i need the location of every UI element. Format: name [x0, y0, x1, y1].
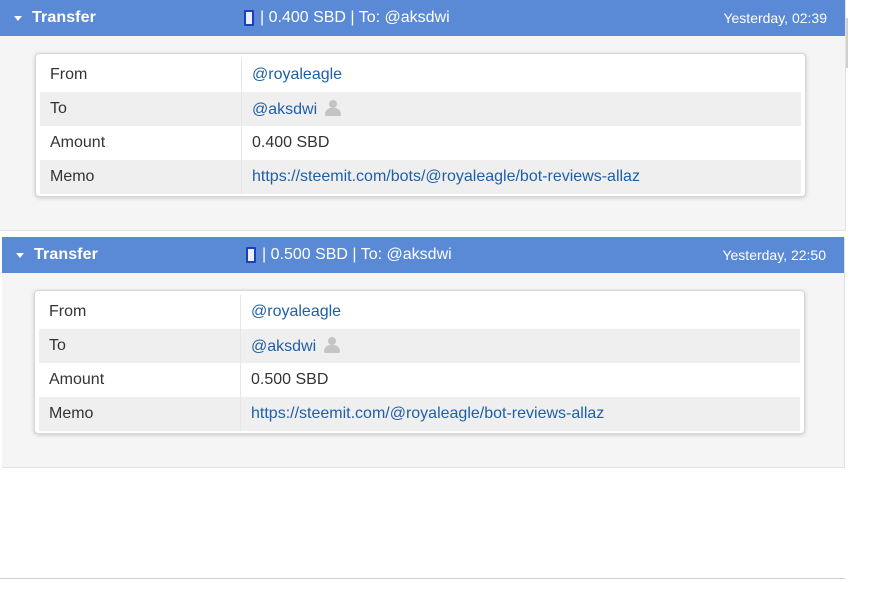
- transfer-title: Transfer: [32, 9, 96, 26]
- to-value-cell: @aksdwi: [241, 92, 801, 126]
- phone-icon: [246, 247, 256, 263]
- transfer-details-table: From @royaleagle To @aksdwi Amount 0.500…: [39, 295, 800, 431]
- phone-icon: [244, 10, 254, 26]
- amount-value: 0.400 SBD: [241, 126, 801, 160]
- to-user-link[interactable]: @aksdwi: [251, 338, 316, 355]
- memo-label: Memo: [40, 160, 242, 194]
- transfer-summary-text: | 0.500 SBD | To: @aksdwi: [262, 246, 452, 263]
- to-value-cell: @aksdwi: [240, 329, 800, 363]
- memo-link[interactable]: https://steemit.com/bots/@royaleagle/bot…: [252, 168, 640, 185]
- table-row: Amount 0.400 SBD: [40, 126, 801, 160]
- transfer-date: Yesterday, 22:50: [722, 247, 826, 263]
- transfer-summary: | 0.400 SBD | To: @aksdwi: [244, 9, 450, 27]
- transfer-details-table: From @royaleagle To @aksdwi Amount 0.400…: [40, 58, 801, 194]
- transfer-header[interactable]: Transfer | 0.500 SBD | To: @aksdwi Yeste…: [2, 237, 844, 273]
- transfer-summary-text: | 0.400 SBD | To: @aksdwi: [260, 9, 450, 26]
- from-label: From: [50, 66, 88, 83]
- transfer-header[interactable]: Transfer | 0.400 SBD | To: @aksdwi Yeste…: [0, 0, 845, 36]
- caret-down-icon[interactable]: [14, 15, 22, 21]
- amount-label: Amount: [50, 134, 106, 151]
- memo-link[interactable]: https://steemit.com/@royaleagle/bot-revi…: [251, 405, 604, 422]
- table-row: Amount 0.500 SBD: [39, 363, 800, 397]
- scrollbar[interactable]: [846, 18, 848, 68]
- transfer-details-card: From @royaleagle To @aksdwi Amount 0.400…: [35, 53, 806, 197]
- to-label: To: [39, 329, 241, 363]
- amount-value: 0.500 SBD: [240, 363, 800, 397]
- table-row: To @aksdwi: [40, 92, 801, 126]
- caret-down-icon[interactable]: [16, 252, 24, 258]
- from-user-link[interactable]: @royaleagle: [251, 303, 341, 320]
- transfer-summary: | 0.500 SBD | To: @aksdwi: [246, 246, 452, 264]
- from-value-cell: @royaleagle: [240, 295, 800, 329]
- from-label: From: [49, 303, 87, 320]
- from-user-link[interactable]: @royaleagle: [252, 66, 342, 83]
- from-value-cell: @royaleagle: [241, 58, 801, 92]
- user-icon: [324, 336, 341, 353]
- to-user-link[interactable]: @aksdwi: [252, 101, 317, 118]
- table-row: Memo https://steemit.com/bots/@royaleagl…: [40, 160, 801, 194]
- to-label: To: [40, 92, 242, 126]
- table-row: From @royaleagle: [39, 295, 800, 329]
- table-row: To @aksdwi: [39, 329, 800, 363]
- divider: [0, 578, 845, 579]
- transfer-date: Yesterday, 02:39: [723, 10, 827, 26]
- transfer-panel: Transfer | 0.500 SBD | To: @aksdwi Yeste…: [2, 237, 845, 468]
- table-row: From @royaleagle: [40, 58, 801, 92]
- amount-label: Amount: [49, 371, 105, 388]
- memo-value-cell: https://steemit.com/bots/@royaleagle/bot…: [241, 160, 801, 194]
- transfer-details-card: From @royaleagle To @aksdwi Amount 0.500…: [34, 290, 805, 434]
- memo-label: Memo: [39, 397, 241, 431]
- transfer-title: Transfer: [34, 246, 98, 263]
- transfer-panel: Transfer | 0.400 SBD | To: @aksdwi Yeste…: [0, 0, 846, 231]
- table-row: Memo https://steemit.com/@royaleagle/bot…: [39, 397, 800, 431]
- memo-value-cell: https://steemit.com/@royaleagle/bot-revi…: [240, 397, 800, 431]
- user-icon: [325, 99, 342, 116]
